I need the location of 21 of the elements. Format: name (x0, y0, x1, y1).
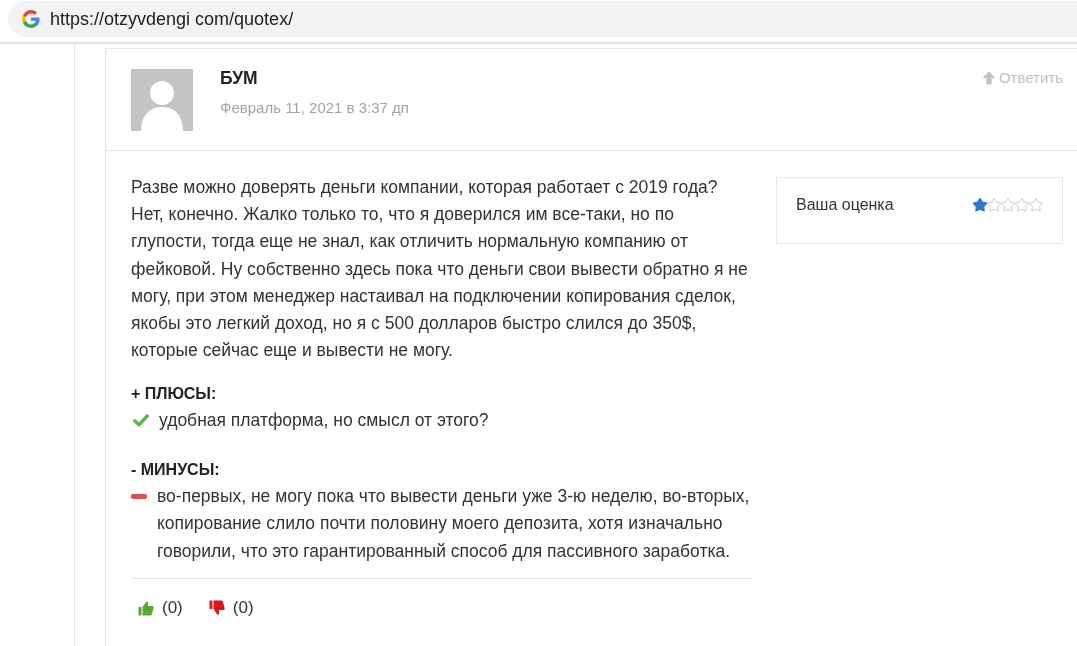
comment-text: Разве можно доверять деньги компании, которая работает с 2019 года? Нет, конечно. Жалко только то, что я доверился им все-таки, но по глупости, тогда еще не знал, как отличить нормальную компанию от фейковой. Ну собственно здесь пока что деньги свои вывести обратно я не могу, при этом менеджер настаивал на подключении копирования сделок, якобы это легкий доход, но я с 500 долларов быстро слился до 350$, которые сейчас еще и вывести не могу. (131, 176, 749, 363)
thumbs-up-icon (138, 600, 154, 617)
pros-heading: + ПЛЮСЫ: (131, 384, 218, 405)
comment-date: Февраль 11, 2021 в 3:37 дп (220, 98, 410, 118)
address-bar[interactable]: https://otzyvdengi com/quotex/ (8, 1, 1077, 37)
cons-item-text: во-первых, не могу пока что вывести деньги уже 3-ю неделю, во-вторых, копирование слило почти половину моего депозита, хотя изначально говорили, что это гарантированный способ для пассивного заработка. (157, 484, 751, 563)
minus-icon (131, 493, 147, 499)
rating-label: Ваша оценка (796, 195, 894, 215)
pros-item-text: удобная платформа, но смысл от этого? (159, 409, 490, 433)
thumbs-down-icon (208, 600, 225, 617)
like-button[interactable]: (0) (138, 596, 183, 621)
dislike-button[interactable]: (0) (208, 596, 254, 621)
check-icon (133, 414, 149, 428)
url-text: https://otzyvdengi com/quotex/ (50, 7, 294, 31)
cons-heading: - МИНУСЫ: (131, 459, 221, 480)
author-name: БУМ (220, 68, 259, 88)
avatar-icon (131, 69, 193, 131)
star-rating[interactable] (973, 195, 1043, 215)
arrow-up-icon (981, 71, 996, 85)
star-filled-icon (973, 198, 987, 212)
google-logo-icon (22, 10, 40, 28)
